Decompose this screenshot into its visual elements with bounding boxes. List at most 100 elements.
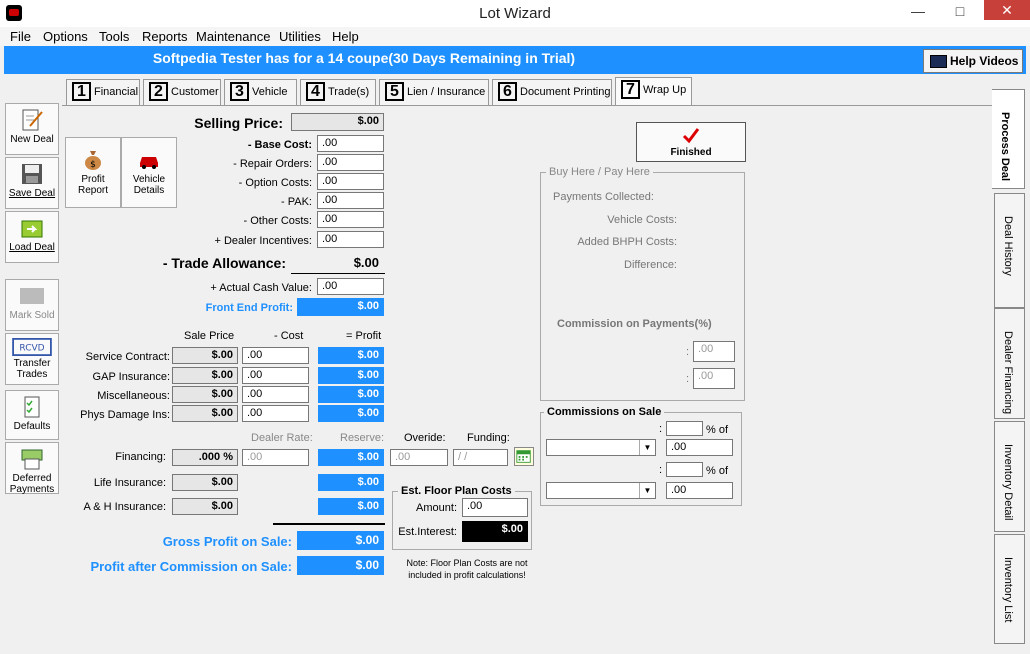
repair-orders-input[interactable]: .00 [317,154,384,171]
gross-profit-label: Gross Profit on Sale: [162,534,292,549]
menu-tools[interactable]: Tools [99,29,129,44]
commission-percent-input-2[interactable] [666,462,703,477]
percent-of-label: % of [706,424,729,436]
save-deal-button[interactable]: Save Deal [5,157,59,209]
phys-damage-cost[interactable]: .00 [242,405,309,422]
gap-insurance-cost[interactable]: .00 [242,367,309,384]
finished-label: Finished [670,147,712,158]
menu-utilities[interactable]: Utilities [279,29,321,44]
deferred-payments-button[interactable]: Deferred Payments [5,442,59,495]
pak-input[interactable]: .00 [317,192,384,209]
added-bhph-costs-label: Added BHPH Costs: [577,236,677,248]
tab-customer[interactable]: 2 Customer [143,79,221,105]
other-costs-label: - Other Costs: [243,215,312,227]
checkmark-icon [682,128,700,144]
tab-inventory-list[interactable]: Inventory List [994,534,1025,644]
menu-file[interactable]: File [10,29,31,44]
load-deal-button[interactable]: Load Deal [5,211,59,263]
salesperson-dropdown-1[interactable]: ▼ [546,439,656,456]
sidebar-label: Transfer Trades [13,358,51,380]
minimize-button[interactable]: — [898,0,938,22]
profit-after-commission-value: $.00 [297,556,384,575]
tab-number: 7 [621,80,640,99]
menu-help[interactable]: Help [332,29,359,44]
colon-label: : [659,423,663,435]
help-videos-button[interactable]: Help Videos [923,49,1023,73]
mark-sold-button[interactable]: Mark Sold [5,279,59,331]
tab-dealer-financing[interactable]: Dealer Financing [994,308,1025,419]
tab-deal-history[interactable]: Deal History [994,193,1025,308]
right-tab-label: Dealer Financing [1002,331,1014,415]
other-costs-input[interactable]: .00 [317,211,384,228]
menu-maintenance[interactable]: Maintenance [196,29,270,44]
floor-amount-label: Amount: [416,502,457,514]
button-label: Profit Report [77,174,108,196]
gap-insurance-profit: $.00 [318,367,384,384]
right-tab-label: Inventory Detail [1002,444,1014,521]
floor-plan-note: Note: Floor Plan Costs are not included … [406,558,528,580]
checklist-icon [24,396,40,418]
commission-percent-input-1[interactable] [666,421,703,436]
tab-document-printing[interactable]: 6 Document Printing [492,79,612,105]
money-bag-icon: $ [85,151,101,170]
tab-process-deal[interactable]: Process Deal [992,89,1025,189]
funding-date-input[interactable]: / / [453,449,508,466]
sidebar-label: Defaults [13,421,51,432]
service-contract-cost[interactable]: .00 [242,347,309,364]
funding-header: Funding: [467,432,510,444]
menu-options[interactable]: Options [43,29,88,44]
tab-lien-insurance[interactable]: 5 Lien / Insurance [379,79,489,105]
tab-inventory-detail[interactable]: Inventory Detail [994,421,1025,532]
menu-reports[interactable]: Reports [142,29,188,44]
miscellaneous-cost[interactable]: .00 [242,386,309,403]
commissions-title: Commissions on Sale [544,406,665,418]
base-cost-label: - Base Cost: [247,139,312,151]
bhph-commission-input-2[interactable]: .00 [693,368,735,389]
option-costs-input[interactable]: .00 [317,173,384,190]
payments-collected-label: Payments Collected: [553,191,654,203]
actual-cash-value-label: + Actual Cash Value: [210,282,312,294]
selling-price-label: Selling Price: [194,115,283,131]
transfer-trades-button[interactable]: RCVD Transfer Trades [5,333,59,385]
close-button[interactable]: ✕ [984,0,1030,20]
right-tab-label: Inventory List [1002,557,1014,623]
tab-trades[interactable]: 4 Trade(s) [300,79,376,105]
actual-cash-value-input[interactable]: .00 [317,278,384,295]
commission-amount-input-2[interactable]: .00 [666,482,733,499]
vehicle-costs-label: Vehicle Costs: [607,214,677,226]
svg-text:RCVD: RCVD [19,344,44,354]
calendar-icon[interactable] [514,447,534,466]
tab-wrap-up[interactable]: 7 Wrap Up [615,77,692,105]
tab-number: 5 [385,82,404,101]
commission-amount-input-1[interactable]: .00 [666,439,733,456]
svg-text:$: $ [90,160,96,170]
dealer-rate-input[interactable]: .00 [242,449,309,466]
banner-text: Softpedia Tester has for a 14 coupe(30 D… [152,50,576,66]
finished-button[interactable]: Finished [636,122,746,162]
override-header: Overide: [404,432,446,444]
override-input[interactable]: .00 [390,449,448,466]
reserve-header: Reserve: [340,432,385,444]
tab-number: 1 [72,82,91,101]
tab-financial[interactable]: 1 Financial [66,79,140,105]
sale-price-header: Sale Price [184,330,235,342]
defaults-button[interactable]: Defaults [5,390,59,440]
colon-label: : [686,346,690,358]
load-folder-icon [21,220,43,238]
life-insurance-profit: $.00 [318,474,384,491]
maximize-button[interactable]: □ [940,0,980,22]
salesperson-dropdown-2[interactable]: ▼ [546,482,656,499]
miscellaneous-label: Miscellaneous: [97,390,170,402]
bhph-commission-input-1[interactable]: .00 [693,341,735,362]
window-title: Lot Wizard [479,5,551,22]
life-insurance-sale: $.00 [172,474,238,491]
base-cost-input[interactable]: .00 [317,135,384,152]
dealer-incentives-label: + Dealer Incentives: [214,235,312,247]
gap-insurance-label: GAP Insurance: [92,371,170,383]
service-contract-sale: $.00 [172,347,238,364]
dealer-incentives-input[interactable]: .00 [317,231,384,248]
floor-amount-input[interactable]: .00 [462,498,528,517]
new-deal-button[interactable]: New Deal [5,103,59,155]
tab-vehicle[interactable]: 3 Vehicle [224,79,297,105]
profit-report-button[interactable]: $ Profit Report [65,137,121,208]
